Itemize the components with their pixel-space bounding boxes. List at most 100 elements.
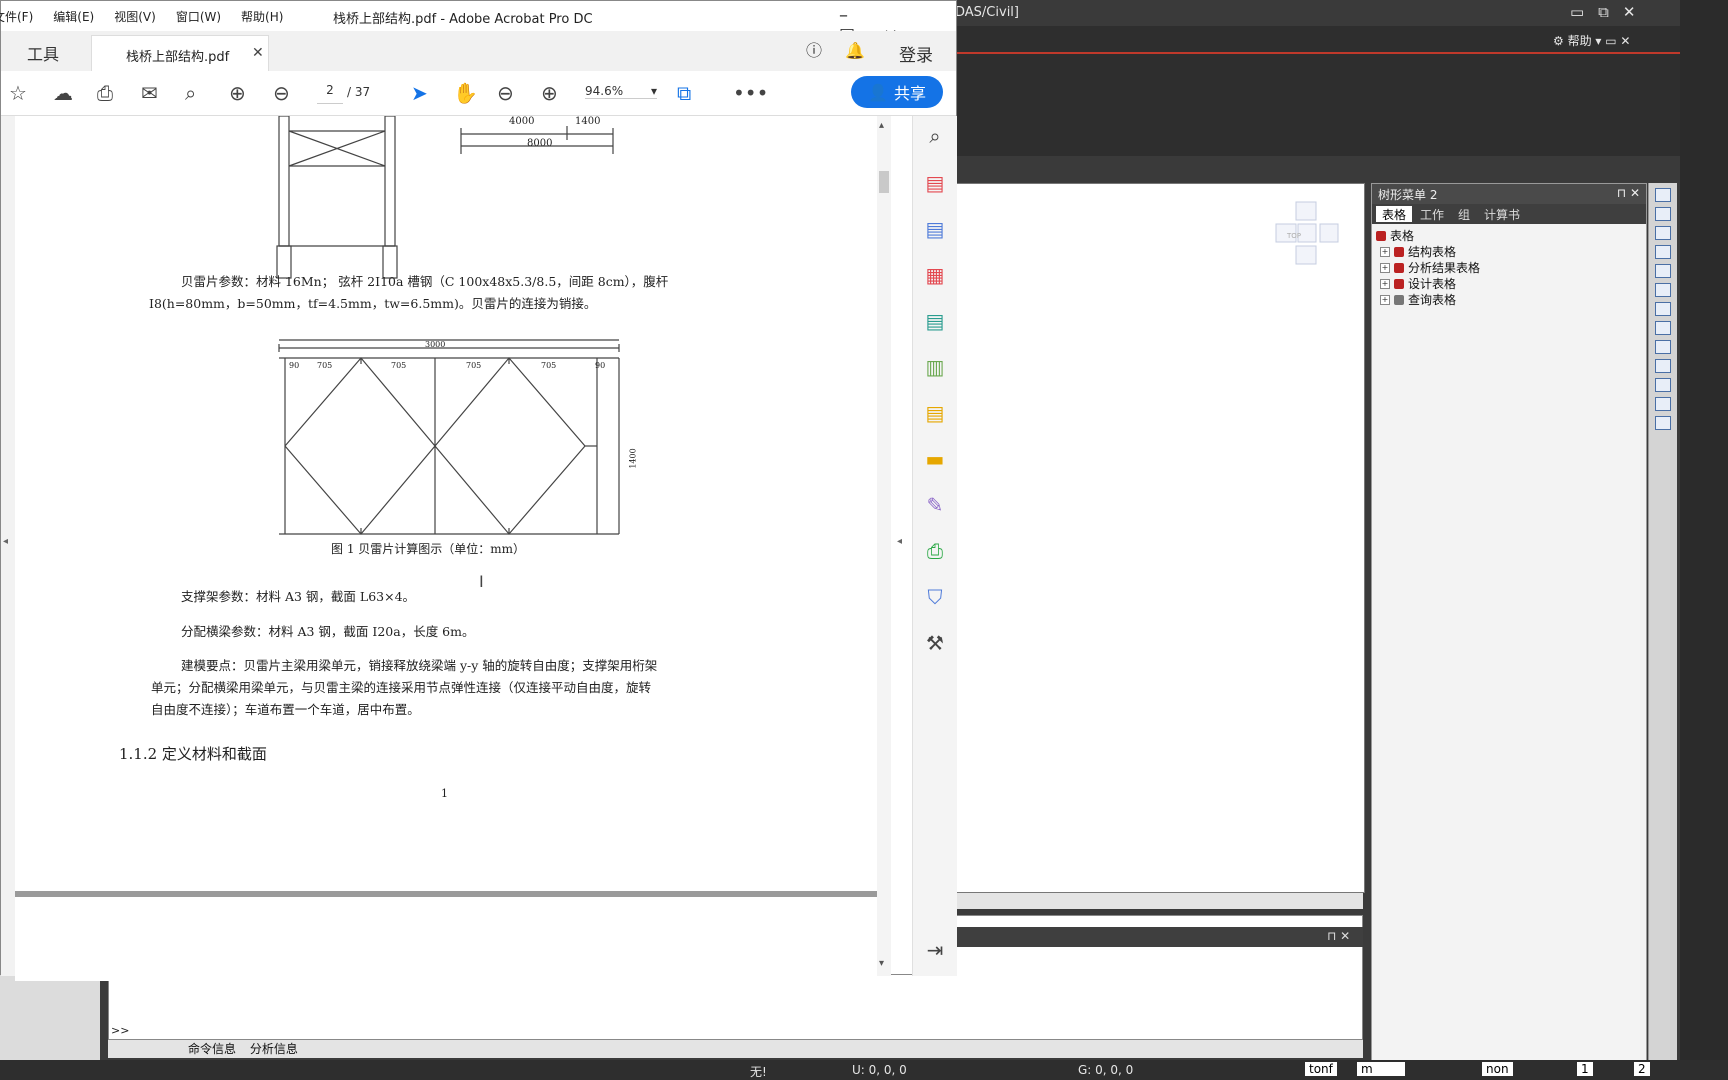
menu-window[interactable]: 窗口(W) [176,8,221,25]
expand-icon[interactable]: + [1380,279,1390,289]
comment-icon[interactable]: ▬ [923,447,947,471]
edit-pdf-icon[interactable]: ▤ [923,401,947,425]
print-icon[interactable]: ⎙ [97,81,113,105]
tab-group[interactable]: 组 [1452,206,1476,222]
tree-root-tables[interactable]: 表格 [1376,228,1642,244]
fig-dim-c: 705 [391,361,407,370]
fig-dim-f: 90 [595,361,606,370]
tree-item-design-tables[interactable]: + 设计表格 [1376,276,1642,292]
model-view-canvas[interactable]: TOP [955,183,1365,893]
close-tab-icon[interactable]: ✕ [252,45,264,61]
scroll-thumb[interactable] [879,171,889,193]
combine-files-icon[interactable]: ▤ [923,309,947,333]
zoom-window-icon[interactable] [1655,207,1671,221]
view-iso-icon[interactable] [1655,302,1671,316]
tools-right-pane: ⌕ ▤ ▤ ▦ ▤ ▥ ▤ ▬ ✎ ⎙ ⛉ ⚒ ⇥ [912,116,957,976]
tree-item-structure-tables[interactable]: + 结构表格 [1376,244,1642,260]
status-bar: 无! U: 0, 0, 0 G: 0, 0, 0 tonf m non 1 2 [0,1060,1728,1080]
fill-sign-icon[interactable]: ✎ [923,493,947,517]
zoom-in-icon[interactable]: ⊕ [541,81,558,105]
zoom-icon[interactable]: ⌕ [923,124,947,148]
zoom-in-icon[interactable] [1655,226,1671,240]
tree-menu-tabs: 表格 工作 组 计算书 [1372,204,1646,224]
expand-icon[interactable]: + [1380,263,1390,273]
create-pdf-icon[interactable]: ▤ [923,171,947,195]
star-icon[interactable]: ☆ [9,81,27,105]
help-icon[interactable]: ⓘ [806,41,822,60]
add-user-icon: 👤 [868,82,888,102]
organize-pages-icon[interactable]: ▦ [923,263,947,287]
hand-tool-icon[interactable]: ✋ [453,81,478,105]
midas-accent-line [955,52,1680,54]
bell-icon[interactable]: 🔔 [845,41,865,60]
zoom-out-icon[interactable] [1655,245,1671,259]
menu-file[interactable]: 文件(F) [0,8,33,25]
desktop-right-strip [1680,0,1728,1080]
tab-document[interactable]: 栈桥上部结构.pdf ✕ [91,35,269,72]
fit-page-icon[interactable]: ⧉ [677,81,691,105]
more-icon[interactable]: ••• [733,81,768,105]
export-pdf-icon[interactable]: ▤ [923,217,947,241]
pdf-vertical-scrollbar[interactable]: ▴ ▾ [877,116,891,976]
chevron-left-icon: ◂ [3,536,9,547]
left-pane-toggle[interactable]: ◂ [1,116,15,976]
page-number-input[interactable]: 2 [317,83,343,104]
pan-icon[interactable] [1655,264,1671,278]
view-front-icon[interactable] [1655,340,1671,354]
select-tool-icon[interactable]: ➤ [411,81,428,105]
dim-8000: 8000 [527,138,553,149]
tree-item-analysis-tables[interactable]: + 分析结果表格 [1376,260,1642,276]
fig-dim-e: 705 [541,361,557,370]
prev-page-icon[interactable]: ⊕ [229,81,246,105]
midas-window-controls[interactable]: ▭⧉✕ [1570,3,1649,21]
rotate-icon[interactable] [1655,283,1671,297]
view-side-icon[interactable] [1655,359,1671,373]
menu-edit[interactable]: 编辑(E) [53,8,94,25]
command-prompt[interactable]: >> [111,1024,129,1037]
login-button[interactable]: 登录 [899,41,933,66]
unit-force-select[interactable]: tonf [1305,1062,1337,1076]
menu-help[interactable]: 帮助(H) [241,8,283,25]
upload-icon[interactable]: ☁ [53,81,73,105]
compare-icon[interactable]: ▥ [923,355,947,379]
tab-tables[interactable]: 表格 [1376,206,1413,222]
search-icon[interactable]: ⌕ [185,81,196,105]
zoom-select[interactable]: 94.6% ▾ [585,84,657,99]
protect-icon[interactable]: ⛉ [923,585,947,609]
view-top-icon[interactable] [1655,321,1671,335]
mail-icon[interactable]: ✉ [141,81,158,105]
menu-view[interactable]: 视图(V) [114,8,156,25]
tab-work[interactable]: 工作 [1414,206,1450,222]
tab-command-info[interactable]: 命令信息 [188,1042,236,1056]
midas-help-button[interactable]: ⚙ 帮助 ▾ ▭ ✕ [1553,32,1630,49]
scroll-down-icon[interactable]: ▾ [879,958,884,969]
canvas-horizontal-scrollbar[interactable] [955,893,1363,909]
share-button[interactable]: 👤 共享 [851,76,943,108]
expand-icon[interactable]: + [1380,247,1390,257]
view-cube[interactable]: TOP [956,184,1364,892]
tab-analysis-info[interactable]: 分析信息 [250,1042,298,1056]
tab-tools[interactable]: 工具 [27,41,59,65]
view-bottom-icon[interactable] [1655,378,1671,392]
para-beilei-line2: I8(h=80mm，b=50mm，tf=4.5mm，tw=6.5mm)。贝雷片的… [149,296,597,311]
more-tools-icon[interactable]: ⚒ [923,631,947,655]
para-support: 支撑架参数：材料 A3 钢，截面 L63×4。 [181,589,416,604]
unit-length-select[interactable]: m [1357,1062,1405,1076]
dim-4000: 4000 [509,116,535,127]
mode-select[interactable]: non [1482,1062,1513,1076]
zoom-fit-icon[interactable] [1655,188,1671,202]
next-page-icon[interactable]: ⊖ [273,81,290,105]
render-icon[interactable] [1655,416,1671,430]
zoom-out-icon[interactable]: ⊖ [497,81,514,105]
scroll-up-icon[interactable]: ▴ [879,120,884,131]
print-production-icon[interactable]: ⎙ [923,539,947,563]
tree-item-query-tables[interactable]: + 查询表格 [1376,292,1642,308]
figure-caption: 图 1 贝雷片计算图示（单位：mm） [331,542,526,556]
collapse-pane-icon[interactable]: ⇥ [923,938,947,962]
status-page-total: 2 [1634,1062,1650,1076]
status-page[interactable]: 1 [1577,1062,1593,1076]
axis-icon[interactable] [1655,397,1671,411]
collapse-right-pane-icon[interactable]: ◂ [897,536,902,547]
expand-icon[interactable]: + [1380,295,1390,305]
tab-report[interactable]: 计算书 [1478,206,1526,222]
